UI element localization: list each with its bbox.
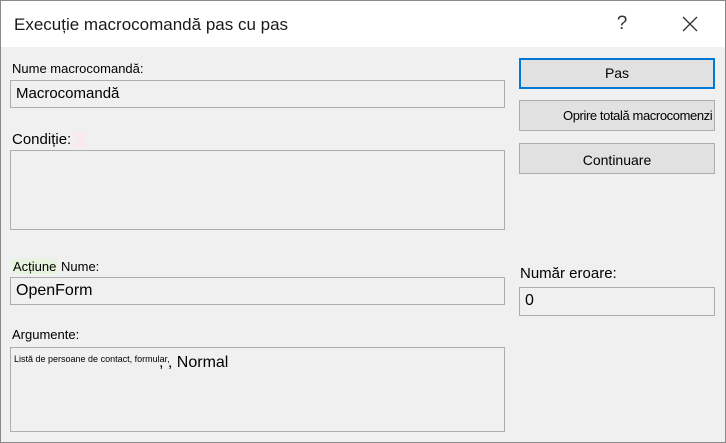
close-button[interactable] [673, 9, 707, 39]
continue-button[interactable]: Continuare [519, 143, 715, 174]
close-icon [682, 16, 698, 32]
condition-label-text: Condiție: [12, 131, 72, 148]
arguments-text-small: Listă de persoane de contact, formular, [14, 354, 170, 364]
title-bar: Execuție macrocomandă pas cu pas ? [1, 1, 725, 47]
macro-name-field[interactable]: Macrocomandă [10, 80, 505, 108]
action-name-label: Acțiune Nume: [12, 259, 99, 274]
action-label-suffix: Nume: [61, 259, 100, 274]
single-step-dialog: Execuție macrocomandă pas cu pas ? Nume … [0, 0, 726, 443]
action-label-prefix: Acțiune [12, 259, 58, 274]
condition-highlight [71, 133, 84, 148]
error-number-field[interactable]: 0 [519, 287, 715, 316]
error-number-label: Număr eroare: [520, 265, 617, 282]
arguments-textbox[interactable]: Listă de persoane de contact, formular, … [10, 347, 505, 432]
condition-label: Condiție: [12, 131, 84, 148]
arguments-label: Argumente: [12, 327, 80, 342]
condition-textbox[interactable] [10, 150, 505, 230]
step-button[interactable]: Pas [519, 58, 715, 89]
help-button[interactable]: ? [607, 9, 637, 39]
stop-all-macros-button[interactable]: Oprire totală macrocomenzi [519, 100, 715, 131]
action-name-field[interactable]: OpenForm [10, 277, 505, 305]
arguments-text-large: , , Normal [159, 354, 229, 371]
macro-name-label: Nume macrocomandă: [12, 61, 144, 76]
dialog-title: Execuție macrocomandă pas cu pas [14, 15, 289, 34]
